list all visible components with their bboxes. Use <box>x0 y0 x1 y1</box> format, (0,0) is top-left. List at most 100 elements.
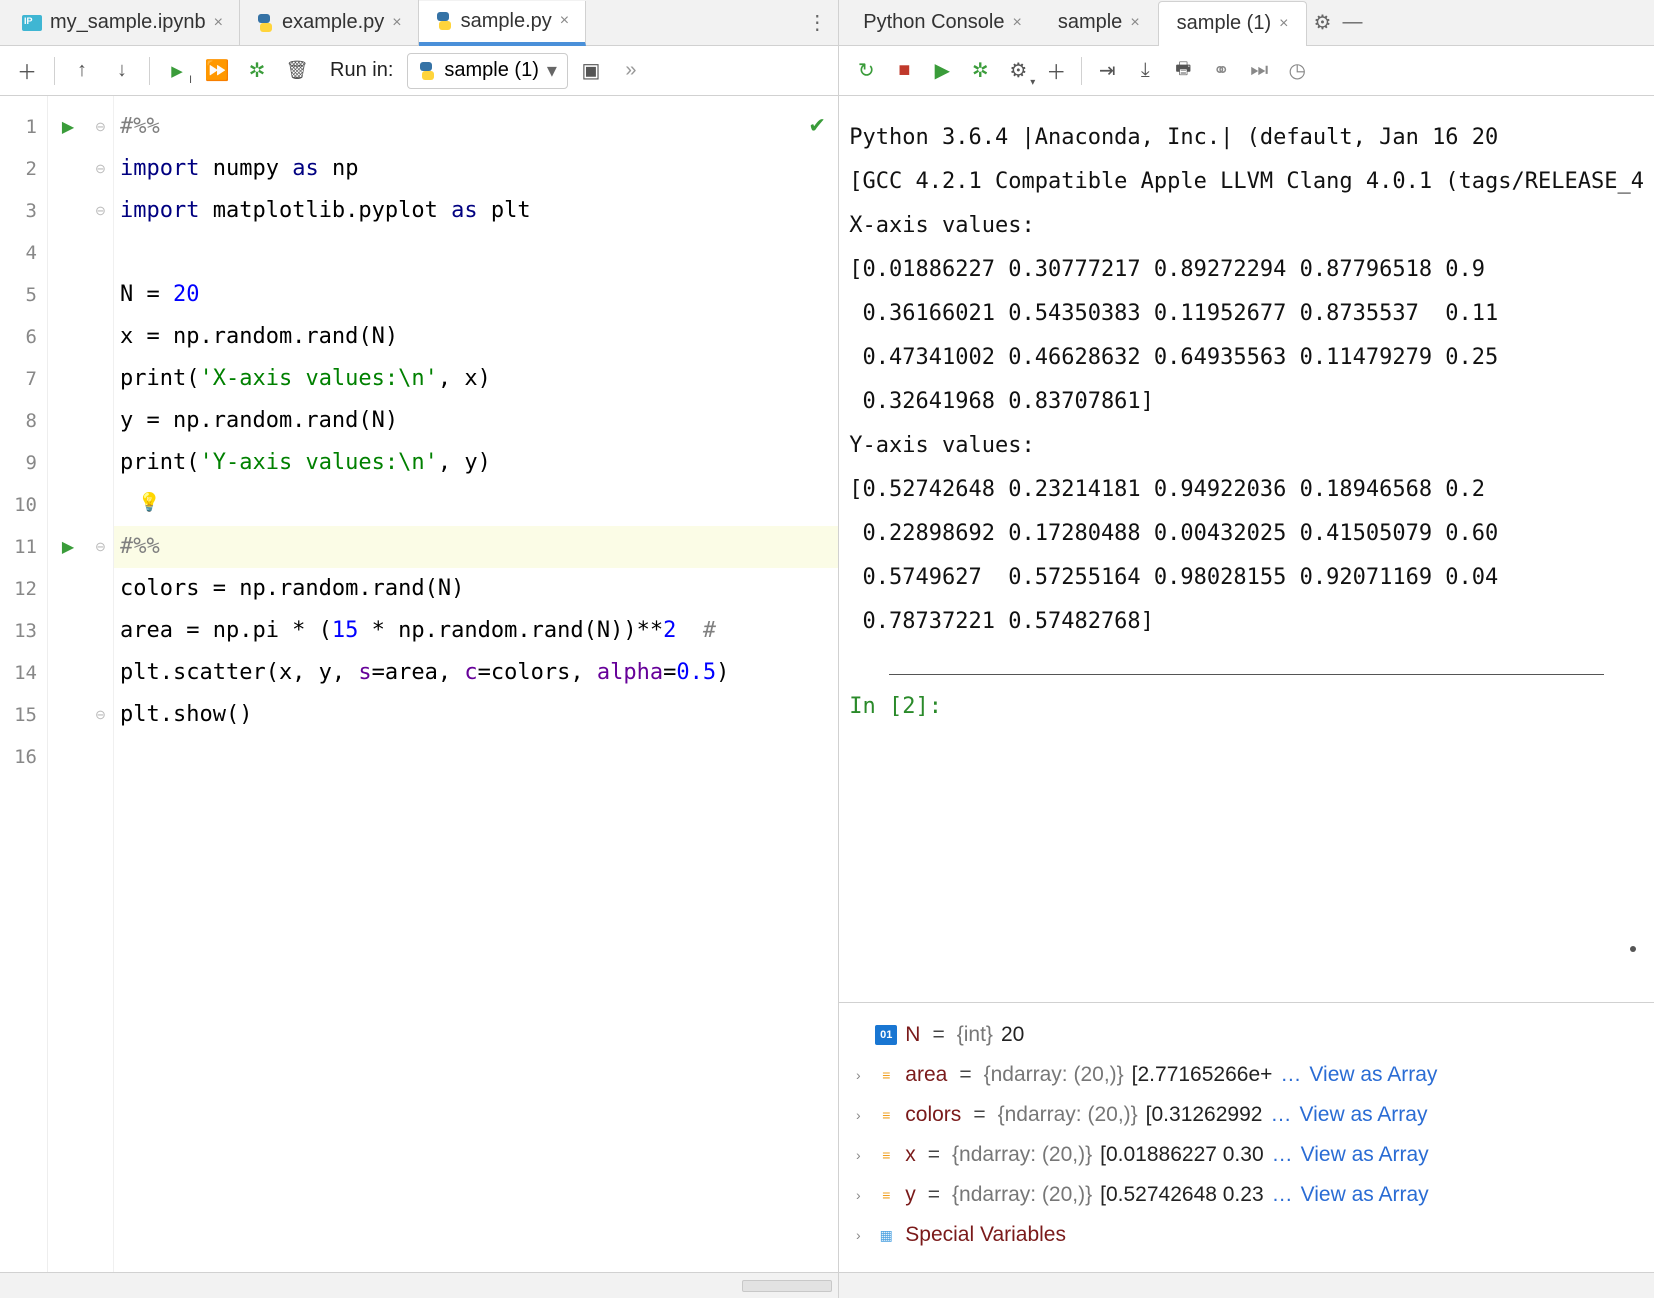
debug-cell-button[interactable]: ✲ <box>240 54 274 88</box>
horizontal-scrollbar[interactable] <box>742 1280 832 1292</box>
code-line[interactable] <box>114 736 838 778</box>
delete-cell-button[interactable] <box>280 54 314 88</box>
code-line[interactable]: import numpy as np <box>114 148 838 190</box>
console-tab[interactable]: sample × <box>1040 0 1158 45</box>
run-cell-gutter-icon[interactable]: ▶ <box>48 106 88 148</box>
rerun-button[interactable] <box>849 54 883 88</box>
variables-panel[interactable]: 01N = {int} 20›≡area = {ndarray: (20,)} … <box>839 1002 1654 1272</box>
run-cell-gutter-icon <box>48 400 88 442</box>
tab-label: sample <box>1058 11 1122 34</box>
run-cell-gutter-icon <box>48 190 88 232</box>
add-cell-button[interactable] <box>10 54 44 88</box>
view-as-array-link[interactable]: View as Array <box>1301 1183 1429 1207</box>
history-button[interactable] <box>1280 54 1314 88</box>
view-as-array-link[interactable]: View as Array <box>1309 1063 1437 1087</box>
fold-handle[interactable]: ⊖ <box>88 526 113 568</box>
cell-run-gutter[interactable]: ▶▶ <box>48 96 88 1272</box>
console-prompt[interactable]: In [2]: <box>849 685 1644 729</box>
console-tab[interactable]: sample (1)× <box>1158 1 1308 46</box>
run-target-combo[interactable]: sample (1) ▾ <box>407 53 568 89</box>
fold-gutter[interactable]: ⊖⊖⊖⊖⊖ <box>88 96 114 1272</box>
variable-row[interactable]: ›≡colors = {ndarray: (20,)} [0.31262992 … <box>849 1095 1644 1135</box>
code-line[interactable]: y = np.random.rand(N) <box>114 400 838 442</box>
expand-chevron-icon[interactable]: › <box>849 1107 867 1123</box>
editor-tabs-overflow[interactable] <box>802 8 832 38</box>
code-column[interactable]: 💡 ✔ #%%import numpy as npimport matplotl… <box>114 96 838 1272</box>
editor-tab[interactable]: my_sample.ipynb× <box>6 0 240 45</box>
code-line[interactable]: #%% <box>114 106 838 148</box>
code-line[interactable]: print('X-axis values:\n', x) <box>114 358 838 400</box>
print-button[interactable] <box>1166 54 1200 88</box>
code-line[interactable]: N = 20 <box>114 274 838 316</box>
line-number-gutter: 12345678910111213141516 <box>0 96 48 1272</box>
close-icon[interactable]: × <box>1012 14 1021 32</box>
intention-bulb-icon[interactable]: 💡 <box>138 492 160 513</box>
variable-row[interactable]: 01N = {int} 20 <box>849 1015 1644 1055</box>
step-into-button[interactable] <box>1128 54 1162 88</box>
console-options-button[interactable]: ▾ <box>1001 54 1035 88</box>
code-line[interactable]: print('Y-axis values:\n', y) <box>114 442 838 484</box>
fast-forward-button[interactable] <box>1242 54 1276 88</box>
variable-value: 20 <box>1001 1023 1024 1047</box>
code-line[interactable]: x = np.random.rand(N) <box>114 316 838 358</box>
fold-handle <box>88 568 113 610</box>
code-editor[interactable]: 12345678910111213141516 ▶▶ ⊖⊖⊖⊖⊖ 💡 ✔ #%%… <box>0 96 838 1272</box>
console-minimize-button[interactable] <box>1337 8 1367 38</box>
editor-tab[interactable]: example.py × <box>240 0 419 45</box>
code-line[interactable]: #%% <box>114 526 838 568</box>
view-as-array-link[interactable]: View as Array <box>1299 1103 1427 1127</box>
console-debug-button[interactable]: ✲ <box>963 54 997 88</box>
equals-sign: = <box>955 1063 975 1087</box>
open-terminal-button[interactable] <box>574 54 608 88</box>
fold-handle[interactable]: ⊖ <box>88 694 113 736</box>
variable-type: {ndarray: (20,)} <box>952 1183 1092 1207</box>
console-tab[interactable]: Python Console× <box>845 0 1040 45</box>
console-run-button[interactable] <box>925 54 959 88</box>
run-cell-gutter-icon[interactable]: ▶ <box>48 526 88 568</box>
editor-tabbar: my_sample.ipynb×example.py×sample.py× <box>0 0 838 46</box>
expand-chevron-icon[interactable]: › <box>849 1147 867 1163</box>
new-console-button[interactable] <box>1039 54 1073 88</box>
view-as-array-link[interactable]: View as Array <box>1301 1143 1429 1167</box>
tab-label: example.py <box>282 11 384 34</box>
move-cell-down-button[interactable] <box>105 54 139 88</box>
run-cell-button[interactable]: I <box>160 54 194 88</box>
console-output[interactable]: Python 3.6.4 |Anaconda, Inc.| (default, … <box>839 96 1654 1002</box>
variable-row[interactable]: ›≡x = {ndarray: (20,)} [0.01886227 0.30…… <box>849 1135 1644 1175</box>
close-icon[interactable]: × <box>1130 14 1139 32</box>
editor-tab[interactable]: sample.py× <box>419 1 587 46</box>
fold-handle[interactable]: ⊖ <box>88 190 113 232</box>
stop-button[interactable] <box>887 54 921 88</box>
run-all-button[interactable] <box>200 54 234 88</box>
fold-handle <box>88 736 113 778</box>
console-settings-button[interactable] <box>1307 8 1337 38</box>
python-icon <box>256 14 274 32</box>
close-icon[interactable]: × <box>1279 15 1288 33</box>
run-cell-gutter-icon <box>48 232 88 274</box>
code-line[interactable]: import matplotlib.pyplot as plt <box>114 190 838 232</box>
close-icon[interactable]: × <box>214 14 223 32</box>
expand-chevron-icon[interactable]: › <box>849 1187 867 1203</box>
step-over-button[interactable] <box>1090 54 1124 88</box>
code-line[interactable]: colors = np.random.rand(N) <box>114 568 838 610</box>
code-line[interactable] <box>114 484 838 526</box>
variable-row[interactable]: ›≡area = {ndarray: (20,)} [2.77165266e+…… <box>849 1055 1644 1095</box>
code-line[interactable]: plt.show() <box>114 694 838 736</box>
code-line[interactable]: area = np.pi * (15 * np.random.rand(N))*… <box>114 610 838 652</box>
fold-handle[interactable]: ⊖ <box>88 148 113 190</box>
special-vars-icon: ▦ <box>875 1225 897 1245</box>
expand-chevron-icon[interactable]: › <box>849 1067 867 1083</box>
fold-handle[interactable]: ⊖ <box>88 106 113 148</box>
variable-row[interactable]: ›≡y = {ndarray: (20,)} [0.52742648 0.23…… <box>849 1175 1644 1215</box>
link-button[interactable] <box>1204 54 1238 88</box>
close-icon[interactable]: × <box>392 14 401 32</box>
code-line[interactable]: plt.scatter(x, y, s=area, c=colors, alph… <box>114 652 838 694</box>
move-cell-up-button[interactable] <box>65 54 99 88</box>
code-line[interactable] <box>114 232 838 274</box>
close-icon[interactable]: × <box>560 12 569 30</box>
variable-row[interactable]: ›▦Special Variables <box>849 1215 1644 1255</box>
equals-sign: = <box>924 1183 944 1207</box>
expand-toolbar-button[interactable] <box>614 54 648 88</box>
array-icon: ≡ <box>875 1105 897 1125</box>
expand-chevron-icon[interactable]: › <box>849 1227 867 1243</box>
